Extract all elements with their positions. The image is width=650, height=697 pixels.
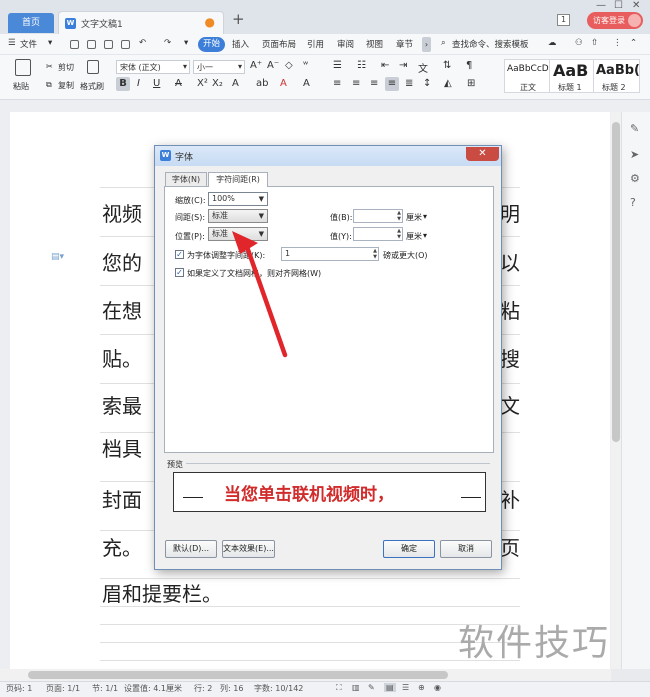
arrow-shaft <box>243 241 288 358</box>
watermark: 软件技巧 <box>458 623 611 664</box>
annotation-arrow <box>232 231 288 358</box>
arrow-head <box>232 231 258 254</box>
